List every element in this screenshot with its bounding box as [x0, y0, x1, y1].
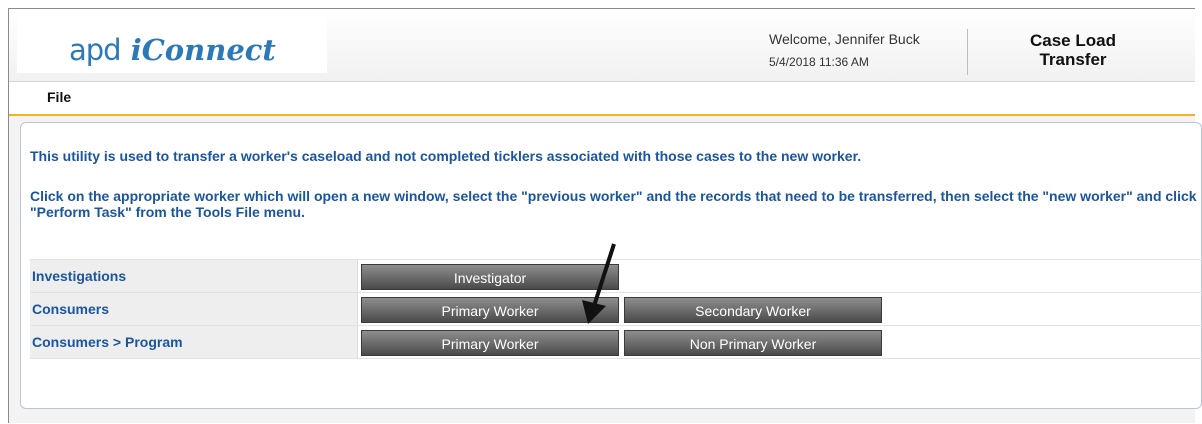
menu-bar: File — [9, 81, 1195, 116]
row-label-consumers: Consumers — [32, 301, 110, 317]
page-title: Case Load Transfer — [993, 31, 1153, 69]
info-text-2: Click on the appropriate worker which wi… — [30, 188, 1197, 220]
logo-area: apd iConnect — [17, 15, 327, 73]
program-primary-worker-button[interactable]: Primary Worker — [361, 330, 619, 356]
program-non-primary-worker-button[interactable]: Non Primary Worker — [624, 330, 882, 356]
logo-suffix: iConnect — [130, 33, 276, 67]
grid-row-consumers-program: Consumers > Program Primary Worker Non P… — [30, 325, 1202, 359]
menu-file[interactable]: File — [47, 89, 71, 105]
datetime-text: 5/4/2018 11:36 AM — [769, 55, 869, 69]
logo-prefix: apd — [69, 33, 122, 67]
welcome-text: Welcome, Jennifer Buck — [769, 31, 920, 47]
consumers-secondary-worker-button[interactable]: Secondary Worker — [624, 297, 882, 323]
logo: apd iConnect — [69, 35, 276, 65]
row-label-investigations: Investigations — [32, 268, 127, 284]
info-text-1: This utility is used to transfer a worke… — [30, 148, 862, 164]
page-title-line1: Case Load — [1030, 31, 1116, 50]
row-label-consumers-program: Consumers > Program — [32, 334, 183, 350]
annotation-arrow-icon — [582, 243, 616, 324]
header: apd iConnect Welcome, Jennifer Buck 5/4/… — [9, 9, 1195, 81]
page-title-line2: Transfer — [1039, 50, 1107, 69]
header-divider — [967, 29, 968, 75]
